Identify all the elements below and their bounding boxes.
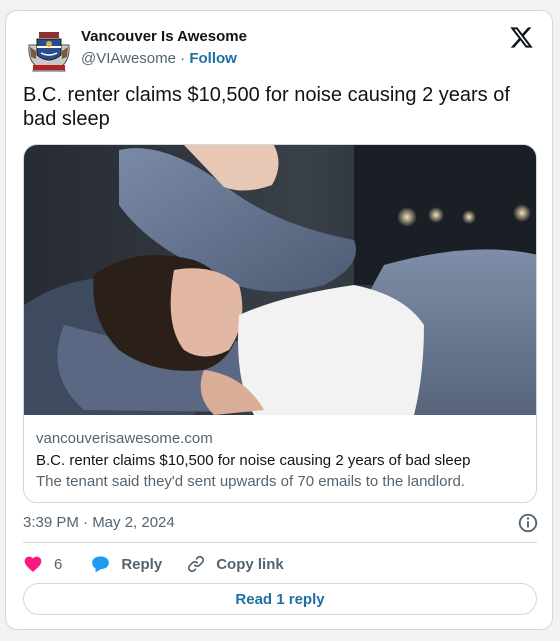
likes-count: 6	[54, 555, 63, 573]
copy-link-button[interactable]: Copy link	[186, 554, 284, 574]
heart-icon	[24, 556, 42, 572]
tweet-timestamp[interactable]: 3:39 PM · May 2, 2024	[23, 514, 175, 531]
author-handle-line: @VIAwesome · Follow	[81, 50, 237, 67]
reply-button[interactable]: Reply	[90, 554, 186, 574]
link-preview-card[interactable]: vancouverisawesome.com B.C. renter claim…	[23, 144, 537, 503]
crest-avatar-icon[interactable]	[25, 27, 73, 75]
link-card-description: The tenant said they'd sent upwards of 7…	[36, 473, 465, 490]
x-logo-icon[interactable]	[509, 25, 534, 50]
read-replies-button[interactable]: Read 1 reply	[23, 583, 537, 615]
copy-link-label: Copy link	[216, 555, 284, 573]
handle-separator: ·	[176, 50, 190, 67]
like-button[interactable]: 6	[23, 554, 90, 574]
reply-bubble-icon	[92, 556, 110, 573]
tweet-card: Vancouver Is Awesome @VIAwesome · Follow…	[5, 10, 553, 630]
author-name[interactable]: Vancouver Is Awesome	[81, 28, 247, 45]
reply-label: Reply	[121, 555, 163, 573]
tweet-text: B.C. renter claims $10,500 for noise cau…	[23, 84, 510, 130]
follow-button[interactable]: Follow	[189, 50, 237, 67]
info-icon[interactable]	[517, 512, 539, 534]
article-photo[interactable]	[24, 145, 537, 415]
link-card-title: B.C. renter claims $10,500 for noise cau…	[36, 452, 471, 469]
action-bar: 6 Reply Copy link	[23, 552, 284, 576]
author-handle[interactable]: @VIAwesome	[81, 50, 176, 67]
divider	[23, 542, 537, 543]
link-card-domain: vancouverisawesome.com	[36, 430, 213, 447]
copy-link-icon	[188, 555, 205, 573]
